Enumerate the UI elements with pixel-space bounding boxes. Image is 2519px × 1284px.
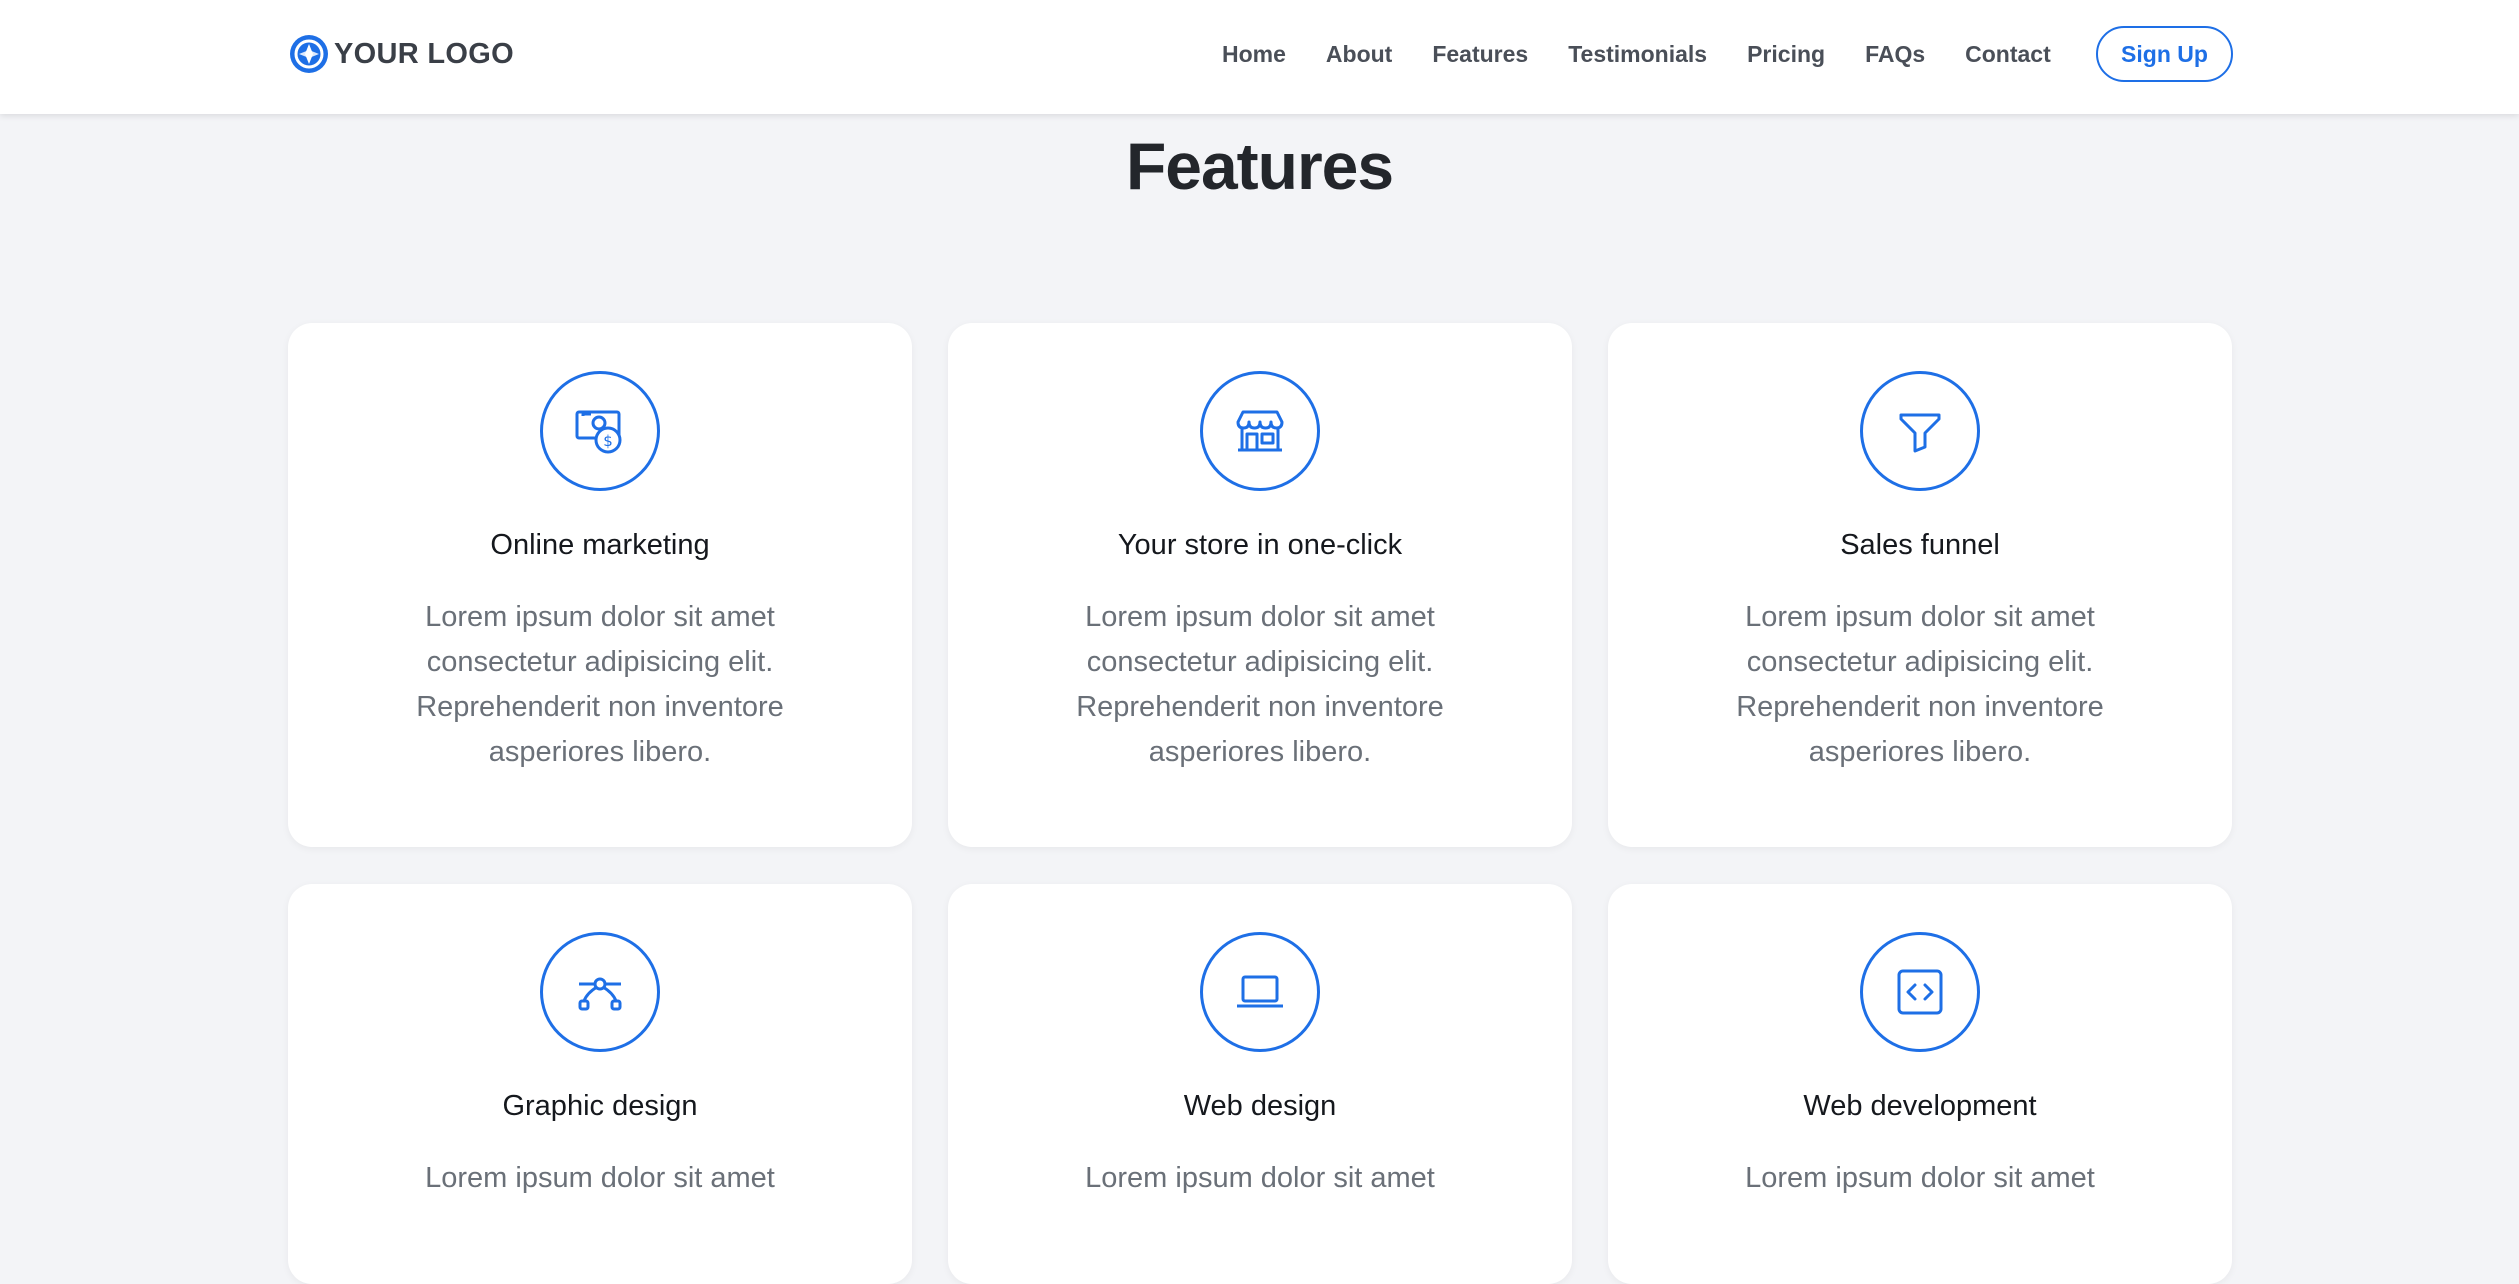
feature-card-graphic-design: Graphic design Lorem ipsum dolor sit ame…: [288, 884, 912, 1284]
card-text: Lorem ipsum dolor sit amet: [1085, 1162, 1435, 1194]
feature-card-online-marketing: $ Online marketing Lorem ipsum dolor sit…: [288, 323, 912, 847]
nav-home[interactable]: Home: [1222, 41, 1286, 68]
svg-text:$: $: [603, 432, 613, 450]
logo-icon: [290, 35, 328, 73]
card-title: Web design: [1183, 1090, 1337, 1122]
nav-about[interactable]: About: [1326, 41, 1392, 68]
card-title: Sales funnel: [1840, 529, 2000, 561]
card-text: Lorem ipsum dolor sit amet consectetur a…: [1736, 601, 2104, 768]
main-nav: Home About Features Testimonials Pricing…: [1222, 25, 2091, 83]
nav-testimonials[interactable]: Testimonials: [1568, 41, 1707, 68]
signup-button[interactable]: Sign Up: [2096, 26, 2233, 82]
nav-faqs[interactable]: FAQs: [1865, 41, 1925, 68]
feature-card-web-development: Web development Lorem ipsum dolor sit am…: [1608, 884, 2232, 1284]
feature-card-web-design: Web design Lorem ipsum dolor sit amet: [948, 884, 1572, 1284]
card-title: Web development: [1803, 1090, 2037, 1122]
nav-contact[interactable]: Contact: [1965, 41, 2051, 68]
laptop-icon: [1200, 932, 1320, 1052]
card-title: Your store in one-click: [1117, 529, 1403, 561]
navbar: YOUR LOGO Home About Features Testimonia…: [0, 0, 2519, 114]
code-square-icon: [1860, 932, 1980, 1052]
card-text: Lorem ipsum dolor sit amet: [1745, 1162, 2095, 1194]
bezier-icon: [540, 932, 660, 1052]
brand-logo[interactable]: YOUR LOGO: [288, 33, 514, 75]
card-title: Online marketing: [490, 529, 710, 561]
nav-features[interactable]: Features: [1432, 41, 1528, 68]
cash-coin-icon: $: [540, 371, 660, 491]
section-title: Features: [1125, 129, 1394, 203]
card-title: Graphic design: [502, 1090, 698, 1122]
nav-pricing[interactable]: Pricing: [1747, 41, 1825, 68]
shop-icon: [1200, 371, 1320, 491]
card-text: Lorem ipsum dolor sit amet consectetur a…: [416, 601, 784, 768]
card-text: Lorem ipsum dolor sit amet: [425, 1162, 775, 1194]
logo-text: YOUR LOGO: [334, 37, 514, 70]
feature-card-sales-funnel: Sales funnel Lorem ipsum dolor sit amet …: [1608, 323, 2232, 847]
card-text: Lorem ipsum dolor sit amet consectetur a…: [1076, 601, 1444, 768]
feature-card-store: Your store in one-click Lorem ipsum dolo…: [948, 323, 1572, 847]
funnel-icon: [1860, 371, 1980, 491]
